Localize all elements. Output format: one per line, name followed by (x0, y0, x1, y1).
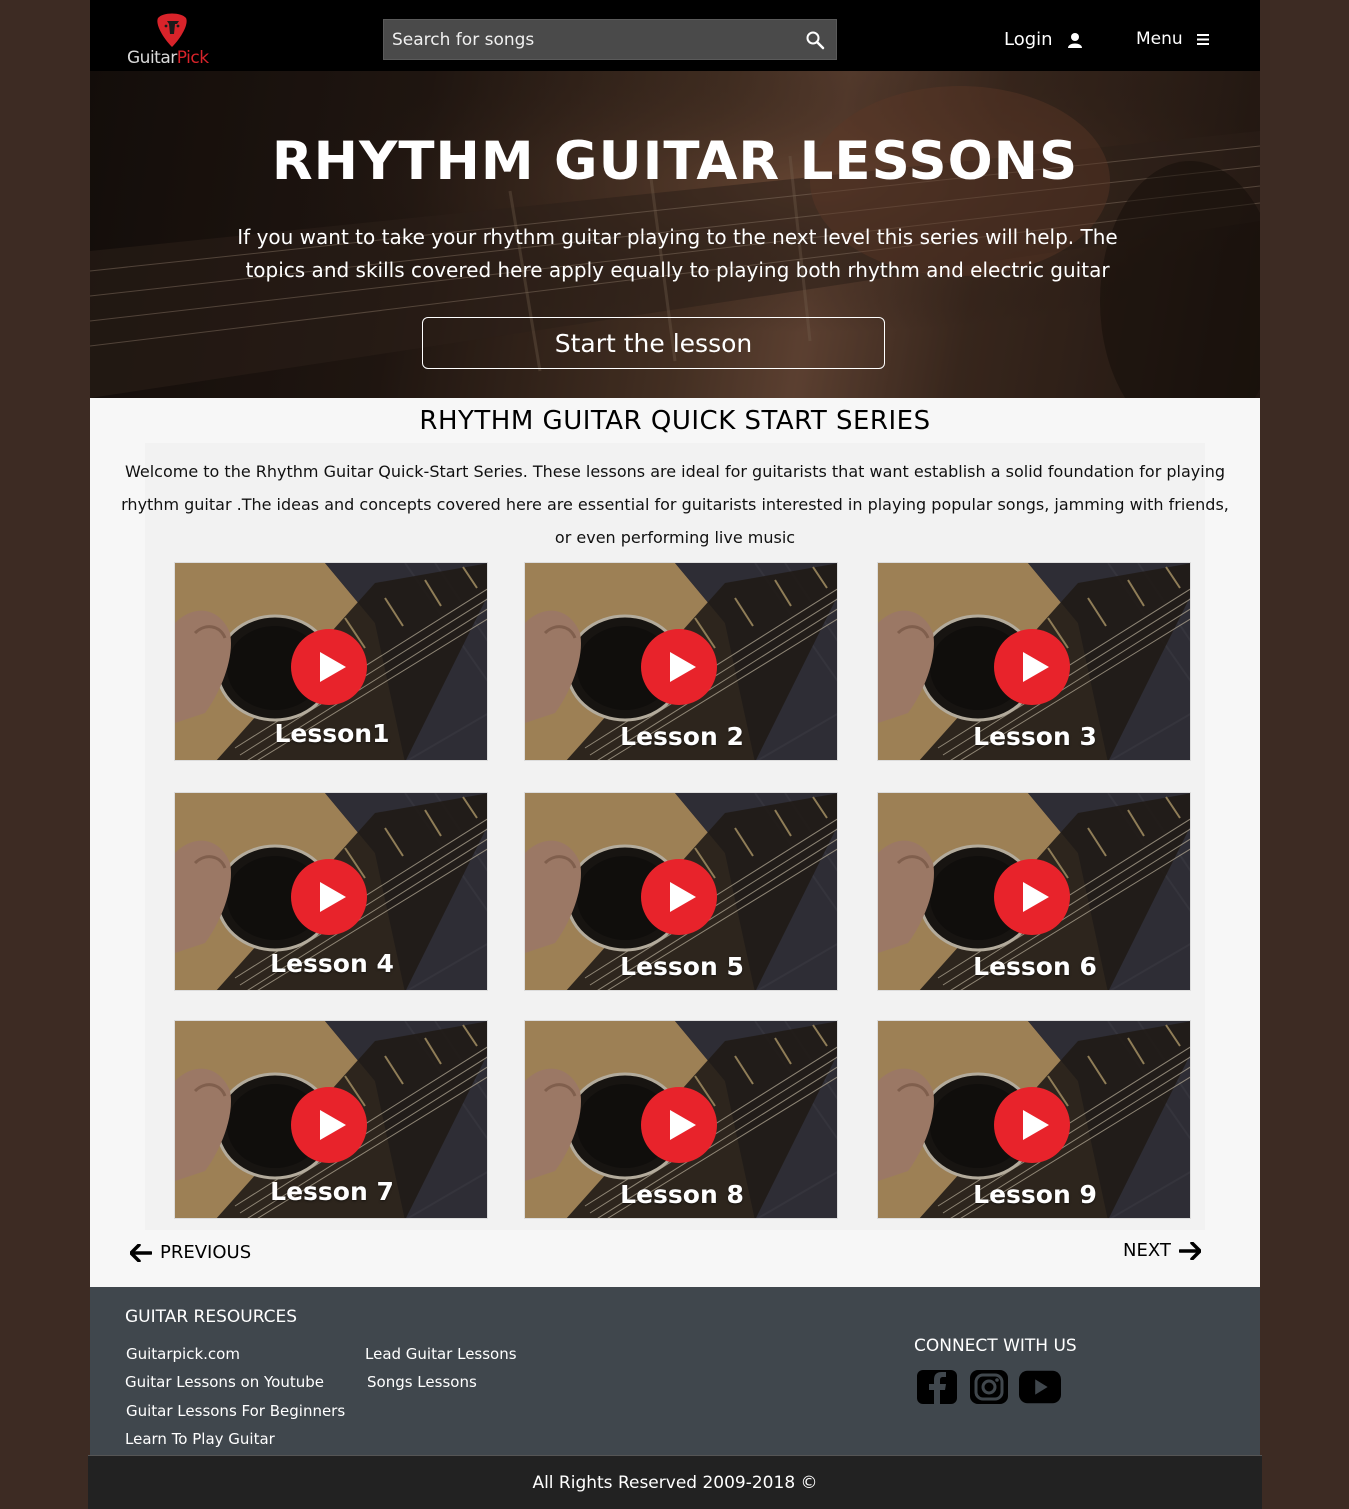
play-icon (994, 1087, 1070, 1163)
lesson-label: Lesson1 (274, 719, 390, 748)
page: GuitarPick Login Menu (88, 0, 1262, 1509)
footer-connect-heading: CONNECT WITH US (914, 1336, 1077, 1356)
arrow-right-icon (1178, 1241, 1201, 1260)
lesson-card[interactable]: Lesson 6 (877, 792, 1191, 991)
lesson-label: Lesson 5 (620, 952, 744, 981)
login-label: Login (1004, 29, 1053, 50)
play-icon (291, 1087, 367, 1163)
footer-resources-heading: GUITAR RESOURCES (125, 1307, 298, 1327)
hero-banner: RHYTHM GUITAR LESSONS If you want to tak… (90, 71, 1260, 398)
footer-link-beginners[interactable]: Guitar Lessons For Beginners (126, 1402, 345, 1420)
play-icon (291, 859, 367, 935)
lesson-label: Lesson 8 (620, 1180, 744, 1209)
lesson-card[interactable]: Lesson 7 (174, 1020, 488, 1219)
lesson-label: Lesson 2 (620, 722, 744, 751)
menu-button[interactable]: Menu (1136, 29, 1209, 49)
lesson-card[interactable]: Lesson 2 (524, 562, 838, 761)
footer-link-lead-guitar[interactable]: Lead Guitar Lessons (365, 1345, 517, 1363)
footer-link-songs-lessons[interactable]: Songs Lessons (367, 1373, 477, 1391)
youtube-icon[interactable] (1019, 1370, 1061, 1404)
hero-description: If you want to take your rhythm guitar p… (237, 225, 1118, 282)
logo-word-guitar: Guitar (127, 48, 177, 68)
guitarpick-logo[interactable]: GuitarPick (127, 10, 227, 68)
user-icon (1067, 32, 1082, 48)
search-bar (383, 19, 837, 60)
copyright-text: All Rights Reserved 2009-2018 © (532, 1473, 818, 1493)
hero-title: RHYTHM GUITAR LESSONS (271, 131, 1079, 192)
next-page-link[interactable]: NEXT (1123, 1240, 1201, 1261)
lesson-card[interactable]: Lesson 5 (524, 792, 838, 991)
logo-wordmark: GuitarPick (127, 48, 209, 68)
logo-word-pick: Pick (176, 48, 209, 68)
lesson-label: Lesson 3 (973, 722, 1097, 751)
series-title: RHYTHM GUITAR QUICK START SERIES (419, 406, 931, 436)
guitar-pick-logo-icon (157, 13, 187, 47)
top-navigation-bar: GuitarPick Login Menu (90, 0, 1260, 71)
footer-link-learn-to-play[interactable]: Learn To Play Guitar (125, 1430, 275, 1448)
lesson-card[interactable]: Lesson1 (174, 562, 488, 761)
previous-label: PREVIOUS (160, 1242, 252, 1263)
lesson-label: Lesson 4 (270, 949, 394, 978)
play-icon (994, 859, 1070, 935)
search-icon (806, 31, 825, 49)
start-lesson-button[interactable]: Start the lesson (422, 317, 885, 369)
play-icon (291, 629, 367, 705)
series-intro-text: Welcome to the Rhythm Guitar Quick-Start… (121, 462, 1229, 547)
lesson-label: Lesson 7 (270, 1177, 394, 1206)
next-label: NEXT (1123, 1240, 1171, 1261)
menu-label: Menu (1136, 29, 1183, 49)
login-link[interactable]: Login (1004, 29, 1083, 50)
play-icon (641, 629, 717, 705)
play-icon (994, 629, 1070, 705)
lesson-card[interactable]: Lesson 9 (877, 1020, 1191, 1219)
lesson-card[interactable]: Lesson 4 (174, 792, 488, 991)
instagram-icon[interactable] (968, 1370, 1010, 1404)
facebook-icon[interactable] (916, 1370, 958, 1404)
arrow-left-icon (130, 1243, 152, 1262)
lesson-card[interactable]: Lesson 3 (877, 562, 1191, 761)
play-icon (641, 859, 717, 935)
search-input[interactable] (384, 20, 794, 59)
lesson-label: Lesson 6 (973, 952, 1097, 981)
play-icon (641, 1087, 717, 1163)
previous-page-link[interactable]: PREVIOUS (130, 1242, 251, 1263)
footer-link-guitarpick[interactable]: Guitarpick.com (126, 1345, 240, 1363)
footer-link-youtube-lessons[interactable]: Guitar Lessons on Youtube (125, 1373, 324, 1391)
hamburger-menu-icon (1196, 33, 1209, 45)
search-button[interactable] (794, 20, 836, 59)
lesson-label: Lesson 9 (973, 1180, 1097, 1209)
copyright-bar: All Rights Reserved 2009-2018 © (88, 1455, 1262, 1509)
lesson-card[interactable]: Lesson 8 (524, 1020, 838, 1219)
